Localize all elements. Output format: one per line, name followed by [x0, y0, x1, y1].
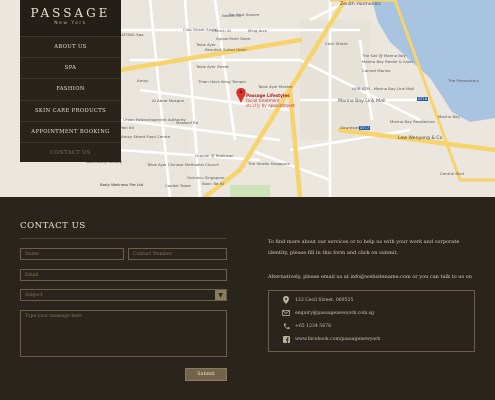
- map-label: Marina Bay Rental & Sales: [362, 59, 414, 64]
- contact-details-card: 133 Cecil Street, 069535 enquiry@passage…: [268, 290, 475, 352]
- name-input[interactable]: Name: [20, 248, 124, 260]
- map-label: Marina Bay: [438, 114, 460, 119]
- menu-item-fashion[interactable]: FASHION: [20, 78, 121, 99]
- email-row: enquiry@passagenewyork.com.sg: [281, 309, 374, 317]
- map-label: Telok Ayer Street: [196, 64, 229, 69]
- map-label: Central Blvd: [440, 171, 464, 176]
- map-label: AFONG Spa: [121, 32, 144, 37]
- map-label: Telok Ayer Chinese Methodist Church: [147, 162, 219, 167]
- map-label: Church St: [212, 28, 231, 33]
- contact-section: CONTACT US Name Contact Number Email Sub…: [0, 197, 495, 400]
- map-label: Cecil Street: [325, 41, 348, 46]
- map-label: Lew Wenyong & Co: [398, 136, 443, 141]
- phone-icon: [281, 322, 291, 330]
- envelope-icon: [281, 309, 291, 317]
- menu-item-spa[interactable]: SPA: [20, 57, 121, 78]
- facebook-link[interactable]: www.facebook.com/passagenewyork: [295, 337, 380, 342]
- map-label: Al Abrar Mosque: [152, 98, 185, 103]
- facebook-icon: [281, 335, 291, 343]
- map-label: Boon Tat St: [202, 181, 225, 186]
- chevron-down-icon[interactable]: ▼: [215, 290, 226, 300]
- map-label: Grande @ Robinson: [195, 153, 234, 158]
- divider: [20, 238, 227, 239]
- brand-logo[interactable]: PASSAGE New York: [20, 0, 121, 36]
- address-text: 133 Cecil Street, 069535: [295, 297, 354, 303]
- map-label: Conrad Marina: [362, 68, 391, 73]
- map-label: Sgrow Paint Store: [216, 36, 251, 41]
- subject-select-value: Subject: [25, 292, 43, 298]
- contact-intro: To find more about our services or to he…: [268, 239, 460, 256]
- map-label: Yan Kit: [121, 125, 135, 130]
- map-label: Marina Bay Residences: [390, 119, 436, 124]
- map-label: The Straits Singapore: [248, 161, 290, 166]
- submit-button[interactable]: Submit: [185, 368, 227, 381]
- map-pin-label: Passage Lifestyles facial treatment stri…: [246, 93, 295, 108]
- map-label: Capital Tower: [165, 183, 192, 188]
- map-label: Downtown: [340, 125, 361, 130]
- address-row: 133 Cecil Street, 069535: [281, 296, 353, 304]
- sidebar-nav: PASSAGE New York ABOUT US SPA FASHION SK…: [20, 0, 121, 162]
- map-label: UOB ATM - Marina Bay Link Mall: [352, 86, 414, 91]
- map-label: The Sail @ Marina Bay: [362, 53, 406, 58]
- map-label: Wallich St: [222, 13, 242, 18]
- map-label: Maxwell Rd: [176, 120, 199, 125]
- map-pin-icon: [236, 88, 246, 103]
- location-pin-icon: [281, 296, 291, 304]
- menu-item-skin-care-products[interactable]: SKIN CARE PRODUCTS: [20, 99, 121, 121]
- contact-title: CONTACT US: [20, 221, 86, 231]
- main-menu: ABOUT US SPA FASHION SKIN CARE PRODUCTS …: [20, 36, 121, 163]
- contact-number-input[interactable]: Contact Number: [128, 248, 227, 260]
- facebook-row: www.facebook.com/passagenewyork: [281, 335, 380, 343]
- menu-item-appointment-booking[interactable]: APPOINTMENT BOOKING: [20, 120, 121, 142]
- map-label: Marina Bay Link Mall: [338, 99, 386, 104]
- map-label: Outrolcu Singapore: [187, 175, 225, 180]
- map-label: Amoy Street Food Centre: [121, 134, 171, 139]
- phone-text: +65 1234 5678: [295, 323, 331, 329]
- email-link[interactable]: enquiry@passagenewyork.com.sg: [295, 311, 374, 316]
- map-label: Body Wellness Pte Ltd: [100, 182, 144, 187]
- menu-item-about-us[interactable]: ABOUT US: [20, 36, 121, 57]
- map-label: Ming Arch: [248, 28, 268, 33]
- map-label: Zenith Harmonics: [340, 2, 381, 7]
- map-label: Amoy: [137, 78, 149, 83]
- map-label: Telok Ayer Market: [258, 84, 293, 89]
- message-textarea[interactable]: Type your message here: [20, 310, 227, 357]
- brand-title: PASSAGE: [30, 6, 111, 20]
- map-label: The Promontory: [448, 78, 480, 83]
- route-badge: DT17: [359, 126, 370, 130]
- menu-item-contact-us[interactable]: CONTACT US: [20, 141, 121, 163]
- brand-subtitle: New York: [54, 21, 87, 26]
- subject-select[interactable]: Subject ▼: [20, 289, 227, 301]
- map-label: Beaufort Suites Hotel: [205, 47, 247, 52]
- contact-alternative: Alternatively, please email us at info@w…: [268, 274, 472, 280]
- phone-row: +65 1234 5678: [281, 322, 331, 330]
- map-label: Thian Hock Keng Temple: [198, 79, 246, 84]
- email-input[interactable]: Email: [20, 269, 227, 281]
- route-badge: DT16: [417, 97, 428, 101]
